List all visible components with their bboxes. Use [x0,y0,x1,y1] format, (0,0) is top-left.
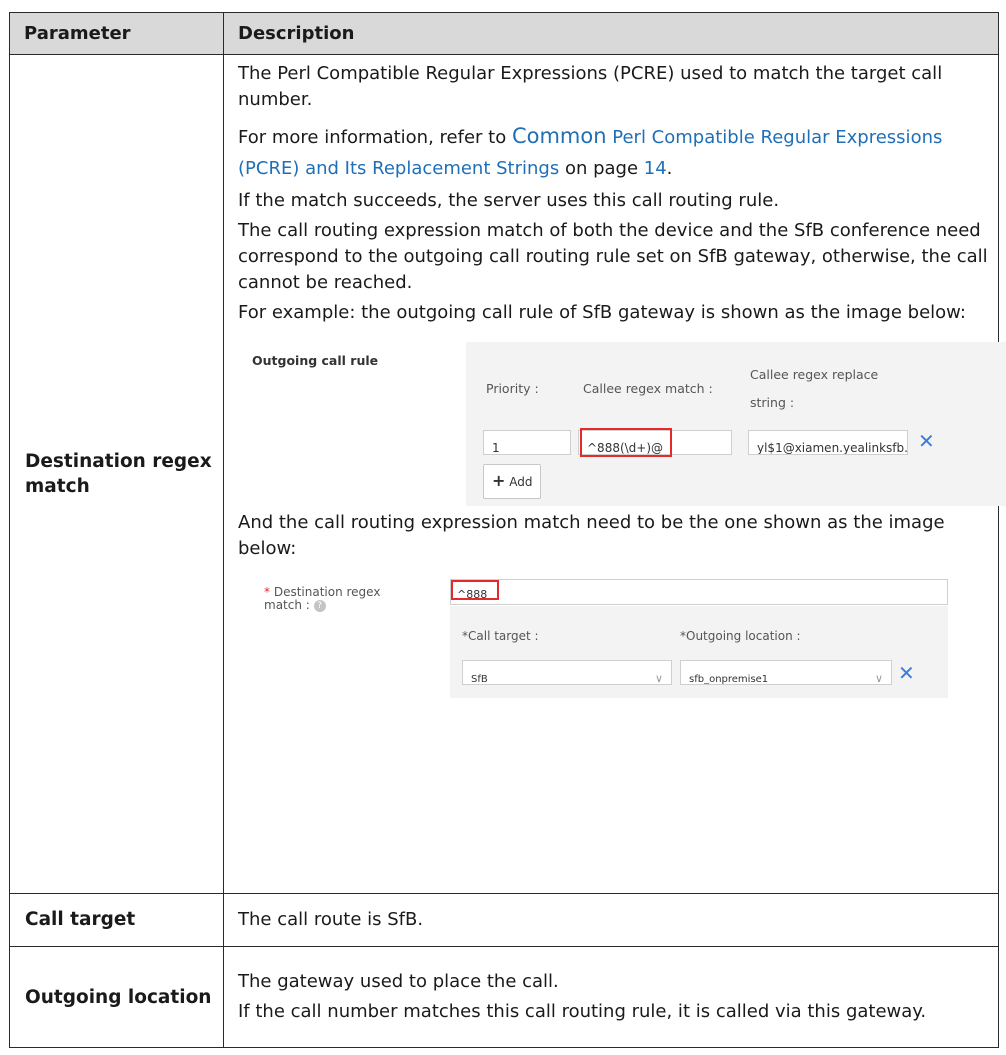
param-outgoing-location: Outgoing location [9,946,224,1048]
figure-title: Outgoing call rule [252,353,379,368]
priority-input[interactable]: 1 [483,430,571,455]
outgoing-location-label: *Outgoing location : [680,629,801,643]
close-icon[interactable]: ✕ [918,431,935,451]
param-destination-regex-match: Destination regex match [9,54,224,894]
parameter-table: Parameter Description Destination regex … [9,12,1006,1048]
callee-replace-label-2: string : [750,395,795,410]
desc-outgoing-location: The gateway used to place the call. If t… [223,946,999,1048]
table-row: Call target The call route is SfB. [9,892,999,948]
regex-field-label: * Destination regex match : ? [264,586,414,612]
highlight-box [580,428,672,457]
call-target-value: SfB [471,674,488,685]
chevron-down-icon: ∨ [654,672,663,685]
callee-match-label: Callee regex match : [583,381,713,396]
desc-paragraph: If the call number matches this call rou… [238,1001,927,1023]
route-panel: *Call target : *Outgoing location : SfB … [450,606,948,698]
table-header-row: Parameter Description [9,12,999,55]
reference-end: . [666,158,673,179]
chevron-down-icon: ∨ [874,672,883,685]
table-row: Outgoing location The gateway used to pl… [9,946,999,1048]
regex-value: ^888 [457,588,488,601]
desc-paragraph: The gateway used to place the call. [238,971,559,993]
outgoing-call-rule-figure: Outgoing call rule Priority : Callee reg… [238,332,1006,506]
help-icon[interactable]: ? [313,599,326,612]
desc-paragraph: For example: the outgoing call rule of S… [238,302,966,323]
desc-paragraph: If the match succeeds, the server uses t… [238,190,780,211]
call-target-select[interactable]: SfB ∨ [462,660,672,685]
required-star: * [264,585,270,599]
callee-replace-input[interactable]: yl$1@xiamen.yealinksfb.c [748,430,908,455]
reference-link-common[interactable]: Common [512,124,607,148]
desc-call-target: The call route is SfB. [223,892,999,948]
rule-panel: Priority : Callee regex match : Callee r… [466,342,1006,506]
priority-label: Priority : [486,381,539,396]
regex-input[interactable]: ^888 [450,579,948,605]
add-rule-button[interactable]: + Add [483,464,542,499]
callee-replace-label: Callee regex replace [750,367,879,382]
desc-paragraph: The call routing expression match of bot… [238,220,988,293]
reference-prefix: For more information, refer to [238,127,512,148]
desc-destination-regex-match: The Perl Compatible Regular Expressions … [223,54,1006,894]
desc-paragraph: And the call routing expression match ne… [238,512,945,559]
plus-icon: + [492,471,506,490]
param-call-target: Call target [9,892,224,948]
desc-paragraph: The Perl Compatible Regular Expressions … [238,63,943,110]
reference-mid: on page [559,158,644,179]
add-label: Add [509,475,533,489]
header-parameter: Parameter [9,12,224,55]
desc-paragraph-reference: For more information, refer to Common Pe… [238,121,998,184]
table-row: Destination regex match The Perl Compati… [9,54,1006,894]
close-icon[interactable]: ✕ [898,663,915,683]
page-link[interactable]: 14 [644,158,667,179]
outgoing-location-select[interactable]: sfb_onpremise1 ∨ [680,660,892,685]
header-description: Description [223,12,999,55]
outgoing-location-value: sfb_onpremise1 [689,674,769,685]
call-target-label: *Call target : [462,629,539,643]
destination-regex-figure: * Destination regex match : ? ^888 *Call… [238,574,998,744]
